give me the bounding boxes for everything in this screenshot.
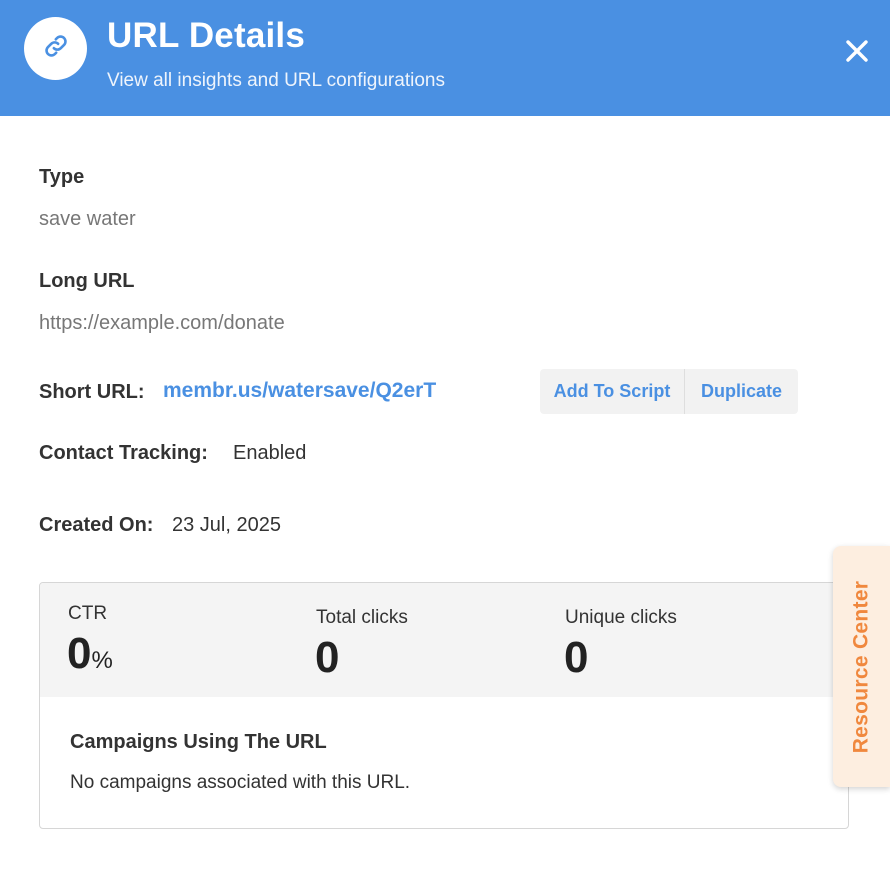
- link-badge: [24, 17, 87, 80]
- type-label: Type: [39, 166, 85, 188]
- link-icon: [43, 33, 69, 64]
- short-url-label: Short URL:: [39, 381, 145, 403]
- add-to-script-button[interactable]: Add To Script: [540, 369, 685, 414]
- ctr-number: 0: [67, 629, 92, 678]
- close-icon: [846, 39, 868, 67]
- long-url-label: Long URL: [39, 270, 135, 292]
- created-on-value: 23 Jul, 2025: [172, 514, 281, 536]
- campaigns-empty-message: No campaigns associated with this URL.: [70, 772, 411, 793]
- close-button[interactable]: [838, 34, 876, 72]
- modal-subtitle: View all insights and URL configurations: [107, 70, 445, 91]
- long-url-value: https://example.com/donate: [39, 312, 285, 334]
- ctr-label: CTR: [68, 603, 108, 624]
- short-url-link[interactable]: membr.us/watersave/Q2erT: [163, 379, 436, 403]
- contact-tracking-value: Enabled: [233, 442, 307, 464]
- stats-card: CTR 0% Total clicks 0 Unique clicks 0 Ca…: [39, 582, 849, 829]
- modal-header: URL Details View all insights and URL co…: [0, 0, 890, 116]
- resource-center-label: Resource Center: [849, 580, 873, 753]
- unique-clicks-label: Unique clicks: [565, 607, 677, 628]
- ctr-unit: %: [91, 647, 113, 674]
- modal-title: URL Details: [107, 16, 305, 55]
- resource-center-tab[interactable]: Resource Center: [833, 546, 890, 787]
- created-on-label: Created On:: [39, 514, 154, 536]
- campaigns-title: Campaigns Using The URL: [70, 731, 327, 753]
- stats-summary: CTR 0% Total clicks 0 Unique clicks 0: [40, 583, 848, 697]
- total-clicks-value: 0: [315, 633, 340, 682]
- contact-tracking-label: Contact Tracking:: [39, 442, 208, 464]
- unique-clicks-value: 0: [564, 633, 589, 682]
- total-clicks-label: Total clicks: [316, 607, 408, 628]
- duplicate-button[interactable]: Duplicate: [685, 369, 798, 414]
- short-url-actions: Add To Script Duplicate: [540, 369, 798, 414]
- ctr-value: 0%: [67, 629, 113, 679]
- type-value: save water: [39, 208, 136, 230]
